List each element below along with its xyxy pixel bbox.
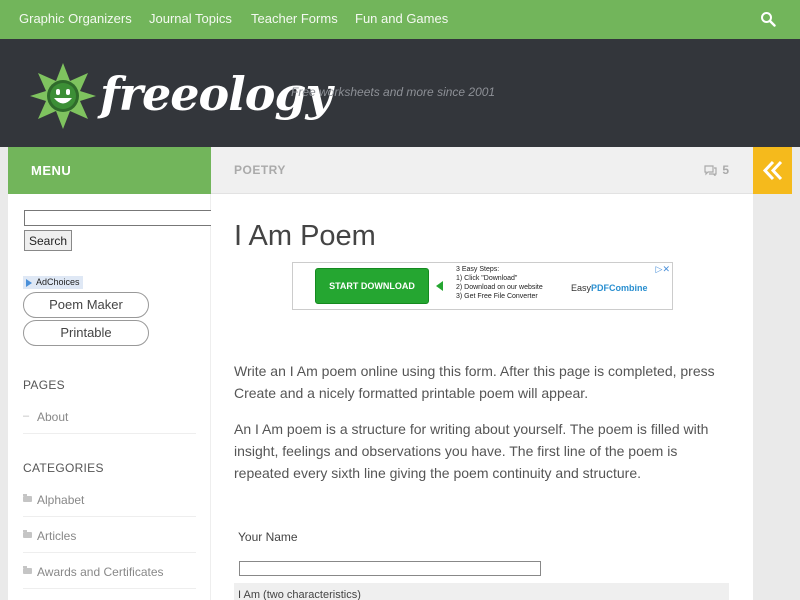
main-content: I Am Poem START DOWNLOAD 3 Easy Steps: 1… xyxy=(211,194,753,600)
comment-count: 5 xyxy=(722,163,729,177)
nav-fun-and-games[interactable]: Fun and Games xyxy=(355,11,448,26)
sidebar-item-alphabet[interactable]: Alphabet xyxy=(23,481,196,517)
comments-icon xyxy=(704,165,717,177)
sidebar: Search AdChoices Poem Maker Printable PA… xyxy=(8,194,214,600)
folder-icon xyxy=(23,566,32,574)
ad-brand-prefix: Easy xyxy=(571,283,592,293)
sidebar-item-label: Awards and Certificates xyxy=(37,565,164,579)
start-download-button[interactable]: START DOWNLOAD xyxy=(315,268,429,304)
printable-button[interactable]: Printable xyxy=(23,320,149,346)
ad-brand-name: PDFCombine xyxy=(591,283,648,293)
sidebar-item-label: Alphabet xyxy=(37,493,85,507)
sidebar-collapse-button[interactable] xyxy=(753,147,792,194)
site-header: freeology Free worksheets and more since… xyxy=(0,39,800,147)
menu-toggle[interactable]: MENU xyxy=(8,147,211,194)
sidebar-item-articles[interactable]: Articles xyxy=(23,517,196,553)
folder-icon xyxy=(23,530,32,538)
dash-icon: – xyxy=(23,410,30,422)
page-margin xyxy=(753,194,800,600)
comments-link[interactable]: 5 xyxy=(704,163,729,177)
i-am-label: I Am (two characteristics) xyxy=(238,589,361,600)
ad-step: 2) Download on our website xyxy=(456,284,543,291)
your-name-label: Your Name xyxy=(238,530,298,544)
sidebar-item-about[interactable]: – About xyxy=(23,398,196,434)
adchoices-label: AdChoices xyxy=(36,277,80,287)
ad-close-icon[interactable]: ▷✕ xyxy=(656,264,670,275)
smiley-flower-logo-icon[interactable] xyxy=(28,61,98,131)
sidebar-search-button[interactable]: Search xyxy=(24,230,72,251)
nav-teacher-forms[interactable]: Teacher Forms xyxy=(251,11,338,26)
sidebar-search-input[interactable] xyxy=(24,210,214,226)
ad-steps: 3 Easy Steps: 1) Click "Download" 2) Dow… xyxy=(456,265,543,301)
arrow-left-icon xyxy=(436,281,443,291)
ad-step: 1) Click "Download" xyxy=(456,275,518,282)
sidebar-item-awards[interactable]: Awards and Certificates xyxy=(23,553,196,589)
menu-label: MENU xyxy=(31,163,72,178)
adchoices-badge[interactable]: AdChoices xyxy=(23,276,83,289)
description-paragraph: An I Am poem is a structure for writing … xyxy=(234,421,709,481)
nav-journal-topics[interactable]: Journal Topics xyxy=(149,11,232,26)
download-ad-banner[interactable]: START DOWNLOAD 3 Easy Steps: 1) Click "D… xyxy=(292,262,673,310)
top-nav: Graphic Organizers Journal Topics Teache… xyxy=(0,0,800,39)
search-icon[interactable] xyxy=(760,11,776,27)
ad-step: 3) Get Free File Converter xyxy=(456,293,538,300)
category-link[interactable]: POETRY xyxy=(234,163,286,177)
category-bar: POETRY 5 xyxy=(211,147,753,194)
page-title: I Am Poem xyxy=(234,220,376,252)
i-am-field-row: I Am (two characteristics) xyxy=(234,583,729,600)
categories-heading: CATEGORIES xyxy=(23,461,104,475)
ad-brand: EasyPDFCombine xyxy=(571,283,648,293)
nav-graphic-organizers[interactable]: Graphic Organizers xyxy=(19,11,132,26)
your-name-input[interactable] xyxy=(239,561,541,576)
poem-maker-button[interactable]: Poem Maker xyxy=(23,292,149,318)
folder-icon xyxy=(23,494,32,502)
double-chevron-left-icon xyxy=(762,160,783,181)
site-tagline: Free worksheets and more since 2001 xyxy=(291,85,496,99)
adchoices-icon xyxy=(26,279,32,287)
sidebar-item-label: About xyxy=(37,410,69,424)
ad-steps-title: 3 Easy Steps: xyxy=(456,266,500,273)
sidebar-item-label: Articles xyxy=(37,529,77,543)
pages-heading: PAGES xyxy=(23,378,65,392)
intro-paragraph: Write an I Am poem online using this for… xyxy=(234,363,715,401)
